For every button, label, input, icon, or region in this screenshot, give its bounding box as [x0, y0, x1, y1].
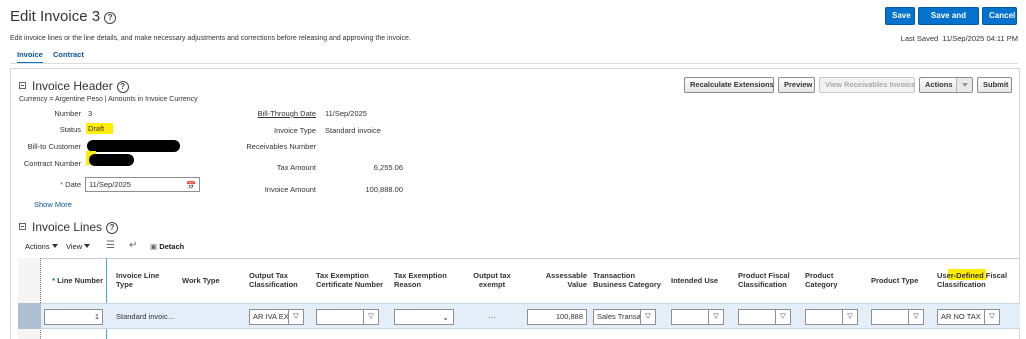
- product-fiscal-classification-input[interactable]: [738, 309, 776, 325]
- preview-button[interactable]: Preview: [778, 77, 815, 93]
- chevron-down-icon: [84, 244, 91, 248]
- dropdown-arrow-icon[interactable]: ▽: [908, 309, 924, 325]
- wrap-icon[interactable]: ↵: [129, 240, 137, 251]
- output-tax-classification-input[interactable]: AR IVA EX: [249, 309, 289, 325]
- tab-divider: [10, 63, 1018, 64]
- help-icon[interactable]: ?: [104, 12, 117, 24]
- dropdown-arrow-icon[interactable]: ▽: [984, 309, 1000, 325]
- help-icon[interactable]: ?: [106, 222, 119, 234]
- calendar-icon[interactable]: 📅: [186, 179, 196, 192]
- tax-exemption-certificate-input[interactable]: [316, 309, 364, 325]
- detach-icon: ▣: [150, 242, 158, 251]
- show-more-link[interactable]: Show More: [34, 200, 72, 209]
- output-tax-exempt-value: …: [488, 311, 496, 320]
- currency-note: Currency = Argentine Peso | Amounts in I…: [19, 96, 198, 103]
- col-work-type: Work Type: [182, 276, 220, 285]
- cancel-button[interactable]: Cancel: [982, 7, 1017, 25]
- last-saved: Last Saved 11/Sep/2025 04:11 PM: [901, 34, 1018, 43]
- col-output-tax-exempt: Output tax exempt: [473, 271, 511, 289]
- intended-use-input[interactable]: [671, 309, 709, 325]
- col-intended-use: Intended Use: [671, 276, 719, 285]
- invoice-amount-label: Invoice Amount: [264, 185, 316, 194]
- col-assessable-value: Assessable Value: [545, 271, 587, 289]
- chevron-down-icon: ⌄: [442, 313, 449, 322]
- dropdown-arrow-icon[interactable]: ▽: [842, 309, 858, 325]
- col-line-number: * Line Number: [52, 276, 103, 285]
- dropdown-arrow-icon[interactable]: ▽: [288, 309, 304, 325]
- recalculate-extensions-button[interactable]: Recalculate Extensions: [684, 77, 774, 93]
- invoice-lines-title: Invoice Lines?: [19, 220, 119, 234]
- bill-through-date-label: Bill-Through Date: [257, 109, 316, 118]
- col-product-fiscal-classification: Product Fiscal Classification: [738, 271, 790, 289]
- page-subtitle: Edit invoice lines or the line details, …: [10, 35, 411, 42]
- product-type-input[interactable]: [871, 309, 909, 325]
- business-category-input[interactable]: Sales Transac: [593, 309, 641, 325]
- bill-through-date-value: 11/Sep/2025: [325, 109, 367, 118]
- view-receivables-invoice-button: View Receivables Invoice: [819, 77, 915, 93]
- actions-menu-button[interactable]: Actions: [919, 77, 973, 93]
- col-product-type: Product Type: [871, 276, 919, 285]
- line-number-input[interactable]: 1: [44, 309, 103, 325]
- col-transaction-business-category: Transaction Business Category: [593, 271, 661, 289]
- help-icon[interactable]: ?: [116, 81, 129, 93]
- last-saved-label: Last Saved: [900, 34, 939, 43]
- tab-invoice[interactable]: Invoice: [17, 50, 43, 64]
- lines-view-menu[interactable]: View: [66, 242, 91, 251]
- detach-button[interactable]: ▣ Detach: [150, 242, 184, 251]
- user-defined-fiscal-classification-input[interactable]: AR NO TAX: [937, 309, 985, 325]
- invoice-line-type-value: Standard invoic…: [116, 312, 176, 321]
- bill-to-customer-label: Bill-to Customer: [27, 142, 81, 151]
- collapse-icon[interactable]: [19, 82, 26, 89]
- invoice-type-value: Standard invoice: [325, 126, 381, 135]
- invoice-header-title: Invoice Header?: [19, 79, 129, 93]
- status-label: Status: [59, 125, 81, 134]
- tax-amount-label: Tax Amount: [276, 163, 316, 172]
- date-input[interactable]: 11/Sep/2025 📅: [85, 177, 200, 192]
- receivables-number-label: Receivables Number: [246, 142, 316, 151]
- date-label: * Date: [60, 180, 81, 189]
- last-saved-value: 11/Sep/2025 04:11 PM: [942, 34, 1018, 43]
- redacted-contract-number: [89, 154, 134, 166]
- redacted-bill-to-customer: [87, 140, 180, 152]
- freeze-icon[interactable]: ☰: [106, 240, 115, 251]
- chevron-down-icon: [51, 244, 58, 248]
- invoice-amount-value: 100,888.00: [365, 185, 403, 194]
- submit-button[interactable]: Submit: [977, 77, 1012, 93]
- status-value: Draft: [86, 123, 113, 134]
- product-category-input[interactable]: [805, 309, 843, 325]
- dropdown-arrow-icon[interactable]: ▽: [640, 309, 656, 325]
- dropdown-arrow-icon[interactable]: ▽: [708, 309, 724, 325]
- tax-exemption-reason-select[interactable]: ⌄: [394, 309, 454, 325]
- page-title: Edit Invoice 3?: [10, 8, 117, 25]
- dropdown-arrow-icon[interactable]: ▽: [775, 309, 791, 325]
- col-tax-exemption-certificate: Tax Exemption Certificate Number: [316, 271, 384, 289]
- number-value: 3: [88, 109, 93, 118]
- save-button[interactable]: Save: [885, 7, 915, 25]
- invoice-type-label: Invoice Type: [274, 126, 316, 135]
- dropdown-arrow-icon[interactable]: ▽: [363, 309, 379, 325]
- row-selector[interactable]: [18, 303, 41, 329]
- col-output-tax-classification: Output Tax Classification: [249, 271, 298, 289]
- save-and-close-button[interactable]: Save and Close: [918, 7, 979, 36]
- tax-amount-value: 6,255.06: [373, 163, 403, 172]
- lines-actions-menu[interactable]: Actions: [25, 242, 58, 251]
- collapse-icon[interactable]: [19, 223, 26, 230]
- col-invoice-line-type: Invoice Line Type: [116, 271, 160, 289]
- number-label: Number: [54, 109, 81, 118]
- contract-number-label: Contract Number: [23, 159, 81, 168]
- col-tax-exemption-reason: Tax Exemption Reason: [394, 271, 447, 289]
- col-product-category: Product Category: [805, 271, 838, 289]
- chevron-down-icon: [956, 78, 972, 92]
- assessable-value-input[interactable]: 100,888: [527, 309, 587, 325]
- col-user-defined-fiscal-classification: User-Defined Fiscal Classification: [937, 271, 1008, 289]
- tab-contract[interactable]: Contract: [53, 50, 84, 59]
